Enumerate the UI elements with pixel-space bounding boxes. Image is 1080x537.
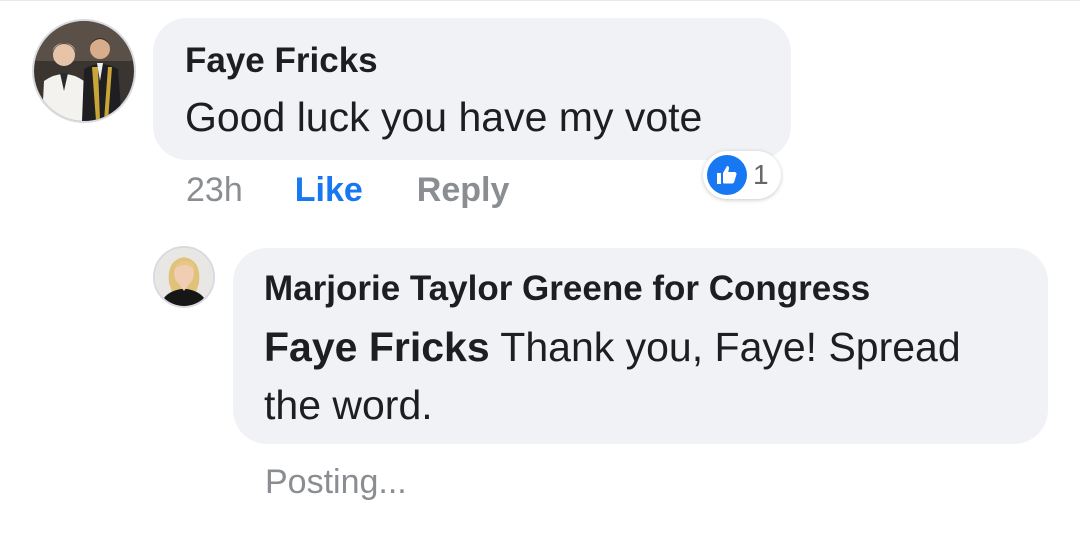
reply-author[interactable]: Marjorie Taylor Greene for Congress [264, 268, 1012, 310]
comment-thread: Faye Fricks Good luck you have my vote 1… [0, 0, 1080, 537]
reply-bubble: Marjorie Taylor Greene for Congress Faye… [233, 248, 1048, 444]
reaction-summary[interactable]: 1 [703, 151, 781, 199]
thumbs-up-icon [707, 155, 747, 195]
comment-author[interactable]: Faye Fricks [185, 40, 791, 82]
reply-text: Faye Fricks Thank you, Faye! Spread the … [264, 318, 1012, 434]
like-button[interactable]: Like [295, 171, 363, 210]
mention-link[interactable]: Faye Fricks [264, 324, 490, 370]
profile-photo [155, 248, 213, 306]
profile-photo [34, 21, 134, 121]
reply-button[interactable]: Reply [417, 171, 510, 210]
reaction-count: 1 [753, 159, 769, 190]
comment-bubble: Faye Fricks Good luck you have my vote [153, 18, 791, 160]
avatar[interactable] [32, 19, 136, 123]
timestamp[interactable]: 23h [186, 171, 243, 210]
posting-status: Posting... [265, 463, 407, 501]
comment-text: Good luck you have my vote [185, 94, 703, 140]
avatar[interactable] [153, 246, 215, 308]
comment-actions: 23h Like Reply [186, 167, 509, 213]
